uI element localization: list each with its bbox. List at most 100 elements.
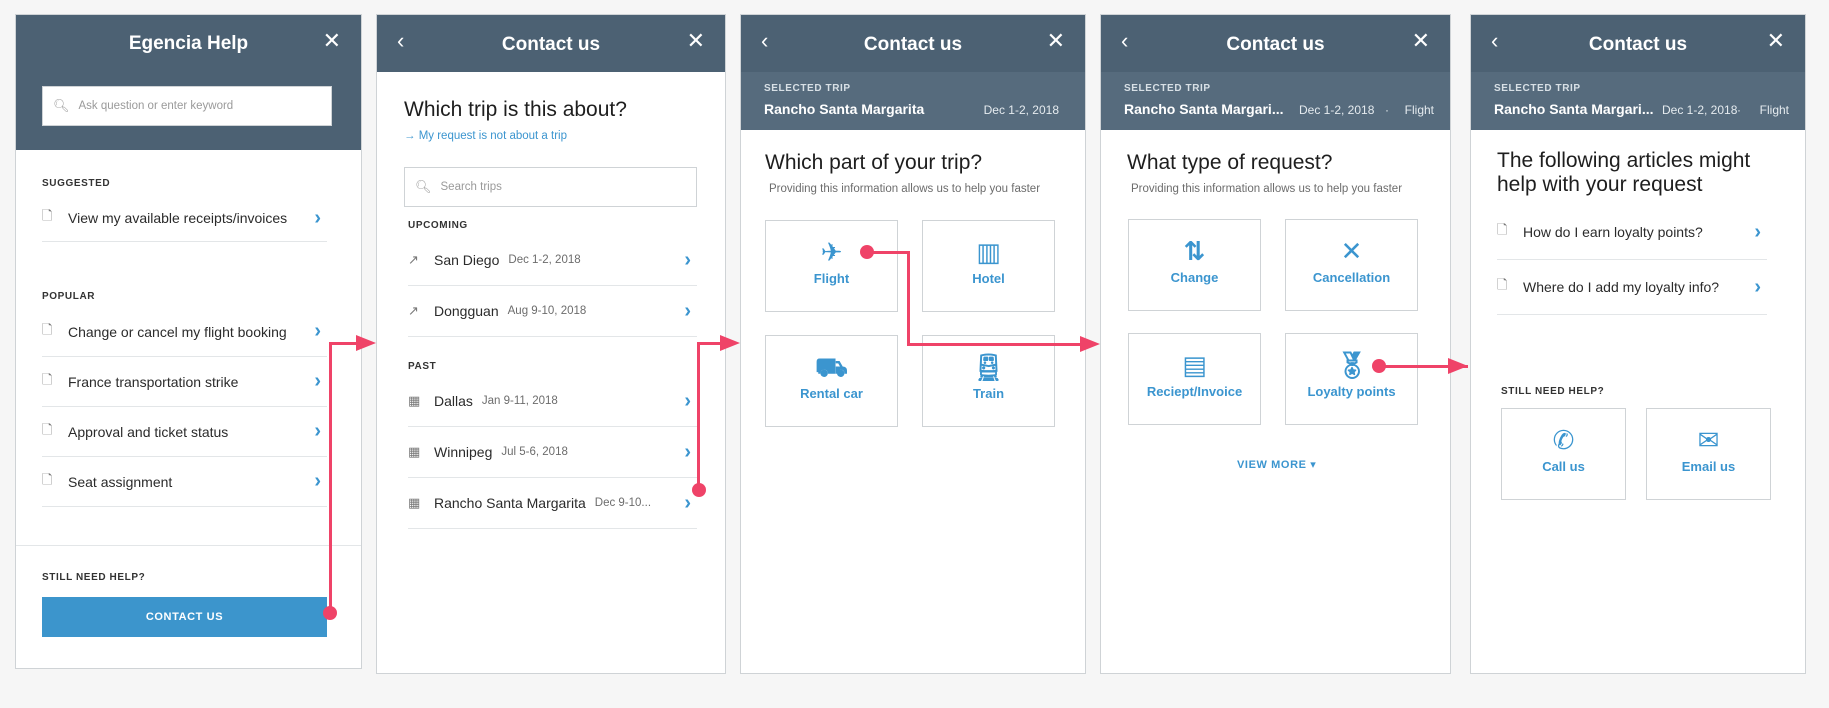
close-icon[interactable]: ✕ bbox=[323, 30, 341, 52]
tile-label: Call us bbox=[1542, 459, 1585, 474]
trip-date: Dec 1-2, 2018 bbox=[508, 254, 581, 266]
trip-row[interactable]: ↗ Dongguan Aug 9-10, 2018 › bbox=[408, 286, 697, 337]
selected-trip-date: Dec 1-2, 2018 bbox=[983, 103, 1059, 117]
swap-arrows-icon: ⇅ bbox=[1183, 236, 1206, 266]
search-icon: 🔍︎ bbox=[53, 98, 70, 113]
email-us-tile[interactable]: ✉ Email us bbox=[1646, 408, 1771, 500]
document-icon: 🗋 bbox=[42, 471, 53, 487]
close-icon[interactable]: ✕ bbox=[687, 30, 705, 52]
page-heading: Which trip is this about? bbox=[404, 98, 627, 121]
trip-row[interactable]: ▦ Dallas Jan 9-11, 2018 › bbox=[408, 376, 697, 427]
trip-row[interactable]: ▦ Rancho Santa Margarita Dec 9-10... › bbox=[408, 478, 697, 529]
connector-dot bbox=[1372, 359, 1386, 373]
train-tile[interactable]: 🚆︎ Train bbox=[922, 335, 1055, 427]
connector-dot bbox=[692, 483, 706, 497]
separator-dot: · bbox=[1737, 103, 1741, 117]
flight-tile[interactable]: ✈ Flight bbox=[765, 220, 898, 312]
chevron-right-icon: › bbox=[314, 206, 321, 229]
train-icon: 🚆︎ bbox=[971, 352, 1005, 382]
document-icon: 🗋 bbox=[42, 208, 53, 223]
list-item[interactable]: 🗋 Seat assignment › bbox=[42, 457, 327, 507]
page-heading-line2: help with your request bbox=[1497, 173, 1703, 196]
tile-label: Email us bbox=[1681, 459, 1736, 474]
rental-car-tile[interactable]: ⛟ Rental car bbox=[765, 335, 898, 427]
phone-icon: ✆ bbox=[1552, 425, 1575, 455]
contact-us-button[interactable]: CONTACT US bbox=[42, 597, 327, 637]
chevron-right-icon: › bbox=[314, 370, 321, 392]
trip-city: San Diego bbox=[434, 252, 500, 268]
selected-trip-label: SELECTED TRIP bbox=[764, 83, 851, 94]
tile-label: Reciept/Invoice bbox=[1146, 384, 1243, 399]
article-row[interactable]: 🗋 How do I earn loyalty points? › bbox=[1497, 205, 1767, 260]
flight-arrow-icon: ↗ bbox=[408, 303, 419, 318]
calendar-icon: ▦ bbox=[408, 495, 421, 510]
chevron-right-icon: › bbox=[314, 320, 321, 342]
x-icon: ✕ bbox=[1340, 236, 1363, 266]
hint-text: Providing this information allows us to … bbox=[1131, 183, 1403, 195]
list-item-label: View my available receipts/invoices bbox=[68, 210, 288, 226]
not-about-trip-link[interactable]: → My request is not about a trip bbox=[404, 130, 567, 142]
envelope-icon: ✉ bbox=[1697, 425, 1720, 455]
tile-label: Loyalty points bbox=[1307, 384, 1396, 399]
hotel-tile[interactable]: ▥ Hotel bbox=[922, 220, 1055, 312]
connector-dot bbox=[860, 245, 874, 259]
close-icon[interactable]: ✕ bbox=[1047, 30, 1065, 52]
search-icon: 🔍︎ bbox=[415, 179, 432, 194]
section-label-popular: POPULAR bbox=[42, 291, 96, 302]
divider bbox=[16, 545, 361, 546]
chevron-right-icon: › bbox=[1754, 220, 1761, 243]
calendar-icon: ▦ bbox=[408, 393, 421, 408]
chevron-right-icon: › bbox=[1754, 275, 1761, 298]
receipt-invoice-tile[interactable]: ▤ Reciept/Invoice bbox=[1128, 333, 1261, 425]
receipt-icon: ▤ bbox=[1182, 350, 1207, 380]
page-heading: Which part of your trip? bbox=[765, 151, 983, 174]
still-need-help-label: STILL NEED HELP? bbox=[1501, 386, 1605, 397]
still-need-help-label: STILL NEED HELP? bbox=[42, 572, 146, 583]
list-item[interactable]: 🗋 France transportation strike › bbox=[42, 357, 327, 407]
page-heading: What type of request? bbox=[1127, 151, 1333, 174]
selected-trip-label: SELECTED TRIP bbox=[1494, 83, 1581, 94]
list-item-label: Seat assignment bbox=[68, 473, 173, 490]
trip-city: Rancho Santa Margarita bbox=[434, 495, 586, 511]
panel-header: ‹ Contact us ✕ bbox=[1471, 15, 1805, 72]
trip-select-panel: ‹ Contact us ✕ Which trip is this about?… bbox=[376, 14, 726, 674]
view-more-label: VIEW MORE bbox=[1237, 459, 1307, 471]
view-more-link[interactable]: VIEW MORE ▾ bbox=[1237, 458, 1316, 471]
selected-trip-name: Rancho Santa Margari... bbox=[1494, 101, 1654, 117]
help-panel: Egencia Help ✕ 🔍︎ Ask question or enter … bbox=[15, 14, 362, 669]
trip-row[interactable]: ▦ Winnipeg Jul 5-6, 2018 › bbox=[408, 427, 697, 478]
list-item-label: France transportation strike bbox=[68, 373, 239, 390]
cancellation-tile[interactable]: ✕ Cancellation bbox=[1285, 219, 1418, 311]
car-icon: ⛟ bbox=[815, 352, 848, 382]
section-label-past: PAST bbox=[408, 361, 437, 372]
article-row[interactable]: 🗋 Where do I add my loyalty info? › bbox=[1497, 260, 1767, 315]
connector-line bbox=[697, 342, 721, 345]
hotel-icon: ▥ bbox=[976, 237, 1001, 267]
section-label-upcoming: UPCOMING bbox=[408, 220, 468, 231]
search-input[interactable]: 🔍︎ Ask question or enter keyword bbox=[42, 86, 332, 126]
list-item[interactable]: 🗋 View my available receipts/invoices › bbox=[42, 195, 327, 242]
selected-trip-type: Flight bbox=[1404, 103, 1434, 117]
panel-header: ‹ Contact us ✕ bbox=[377, 15, 725, 72]
trip-search-input[interactable]: 🔍︎ Search trips bbox=[404, 167, 697, 207]
close-icon[interactable]: ✕ bbox=[1412, 30, 1430, 52]
list-item[interactable]: 🗋 Change or cancel my flight booking › bbox=[42, 307, 327, 357]
arrow-head bbox=[1448, 358, 1468, 374]
arrow-right-icon: → bbox=[404, 130, 419, 142]
selected-trip-type: Flight bbox=[1759, 103, 1789, 117]
tile-label: Cancellation bbox=[1312, 270, 1391, 285]
chevron-right-icon: › bbox=[314, 420, 321, 442]
article-label: Where do I add my loyalty info? bbox=[1523, 279, 1720, 295]
trip-row[interactable]: ↗ San Diego Dec 1-2, 2018 › bbox=[408, 235, 697, 286]
close-icon[interactable]: ✕ bbox=[1767, 30, 1785, 52]
list-item[interactable]: 🗋 Approval and ticket status › bbox=[42, 407, 327, 457]
panel-title: Egencia Help bbox=[128, 33, 249, 54]
request-type-panel: ‹ Contact us ✕ SELECTED TRIP Rancho Sant… bbox=[1100, 14, 1451, 674]
tile-label: Change bbox=[1170, 270, 1219, 285]
selected-trip-bar: SELECTED TRIP Rancho Santa Margari... De… bbox=[1101, 72, 1450, 130]
section-label-suggested: SUGGESTED bbox=[42, 178, 111, 189]
tile-label: Rental car bbox=[800, 386, 863, 401]
loyalty-points-tile[interactable]: 🏅︎ Loyalty points bbox=[1285, 333, 1418, 425]
call-us-tile[interactable]: ✆ Call us bbox=[1501, 408, 1626, 500]
change-tile[interactable]: ⇅ Change bbox=[1128, 219, 1261, 311]
